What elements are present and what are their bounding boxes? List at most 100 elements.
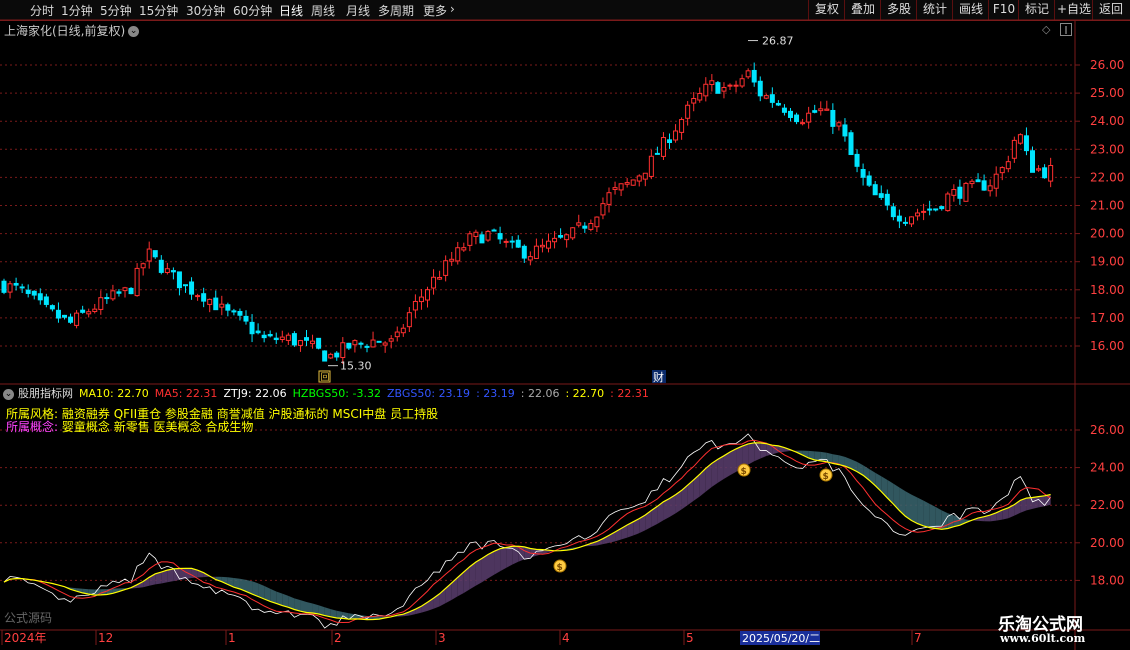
candle-body [612, 187, 618, 190]
candle-body [969, 180, 975, 185]
candle-body [80, 309, 86, 313]
candle-body [1023, 135, 1029, 152]
formula-source-link[interactable]: 公式源码 [4, 609, 52, 626]
candle-body [1030, 150, 1035, 173]
candle-body [37, 293, 43, 301]
candle-body [49, 305, 55, 310]
date-axis-label: 4 [562, 631, 570, 645]
candle-body [19, 286, 25, 289]
candle-body [539, 244, 545, 248]
candle-body [757, 80, 763, 97]
candle-body [588, 223, 594, 230]
price-tick-label: 19.00 [1090, 255, 1124, 269]
candle-body [939, 206, 945, 210]
candle-body [921, 210, 927, 213]
candle-body [255, 330, 261, 334]
price-tick-label: 24.00 [1090, 461, 1124, 475]
indicator-value: : 22.31 [610, 387, 649, 400]
candle-body [334, 352, 340, 358]
band-segment [312, 603, 319, 615]
band-segment [475, 558, 482, 586]
candle-body [104, 297, 110, 300]
candle-body [176, 271, 182, 289]
candle-body [140, 263, 146, 269]
candle-body [285, 334, 291, 341]
price-tick-label: 21.00 [1090, 199, 1124, 213]
candle-body [733, 84, 739, 87]
candle-body [576, 222, 582, 226]
candle-body [642, 172, 648, 180]
candle-body [346, 342, 352, 349]
indicator-value: MA5: 22.31 [154, 387, 218, 400]
review-marker: 回 [321, 372, 330, 383]
band-segment [500, 547, 507, 572]
band-segment [929, 503, 936, 529]
candle-body [340, 342, 346, 358]
watermark-url: www.60lt.com [1000, 632, 1086, 645]
candle-body [673, 130, 679, 141]
candle-body [243, 315, 249, 322]
candle-body [273, 337, 279, 341]
candle-body [1017, 134, 1023, 144]
band-segment [536, 549, 543, 556]
candle-body [957, 186, 963, 199]
date-axis-label: 2 [334, 631, 342, 645]
candle-body [400, 327, 406, 334]
candle-body [685, 104, 691, 119]
candle-body [297, 340, 303, 346]
candle-body [497, 233, 503, 240]
candle-body [775, 102, 781, 106]
price-tick-label: 20.00 [1090, 536, 1124, 550]
candle-body [370, 339, 376, 348]
band-segment [300, 600, 307, 613]
indicator-series: $ $ $ [3, 433, 1051, 629]
candle-body [800, 122, 806, 125]
candle-body [630, 179, 636, 186]
date-axis-label: 3 [438, 631, 446, 645]
candle-body [533, 245, 539, 259]
candle-body [751, 69, 757, 83]
indicator-value: : 22.70 [565, 387, 605, 400]
candle-body [485, 230, 491, 241]
chart-canvas[interactable]: $ $ $ 26.00 25.00 24.00 23.00 22.00 21.00 20.00 1… [0, 0, 1130, 650]
chevron-down-icon[interactable]: ⌄ [3, 388, 14, 400]
price-tick-label: 26.00 [1090, 58, 1124, 72]
band-segment [306, 601, 313, 613]
candle-body [189, 281, 195, 295]
candle-body [999, 167, 1005, 174]
candle-body [25, 289, 31, 294]
candle-body [1, 280, 7, 293]
date-axis-label: 12 [98, 631, 113, 645]
candle-body [146, 248, 152, 262]
candle-body [860, 169, 866, 178]
candle-body [431, 276, 437, 289]
candle-body [352, 340, 358, 346]
candle-body [667, 139, 672, 144]
candle-body [963, 182, 969, 202]
candle-body [1048, 165, 1054, 182]
candle-body [1011, 139, 1017, 159]
finance-marker: 财 [653, 370, 664, 384]
candle-body [660, 137, 666, 157]
candle-body [364, 345, 370, 348]
candle-body [473, 231, 479, 237]
candle-body [455, 247, 461, 262]
candle-body [909, 216, 914, 225]
candle-body [878, 193, 884, 198]
candle-body [92, 308, 98, 312]
candle-body [86, 311, 92, 315]
candle-body [848, 132, 854, 156]
candle-body [1042, 167, 1048, 179]
band-segment [1032, 496, 1039, 509]
candle-body [219, 303, 225, 308]
candle-body [479, 234, 485, 244]
indicator-value: : 22.06 [520, 387, 560, 400]
candle-body [697, 93, 703, 101]
candle-body [739, 78, 745, 87]
band-segment [917, 497, 924, 526]
concept-value: 婴童概念 新零售 医美概念 合成生物 [61, 420, 254, 434]
candle-body [195, 295, 201, 298]
date-axis-label: 2024年 [4, 631, 47, 645]
candle-body [527, 256, 533, 261]
candle-body [225, 304, 231, 311]
